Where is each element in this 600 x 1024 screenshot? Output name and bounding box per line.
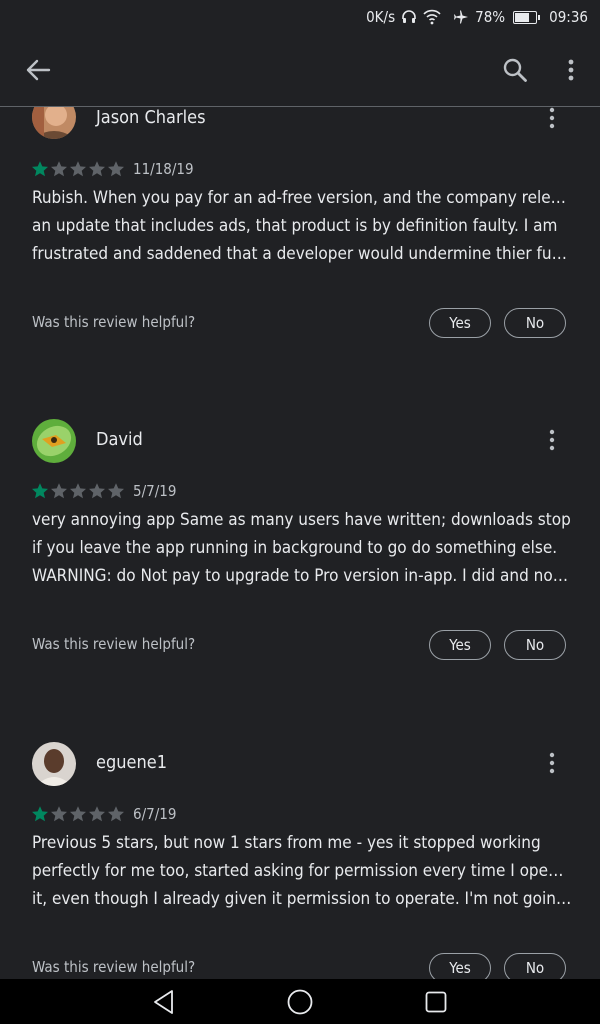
review-text-line: perfectly for me too, started asking for… xyxy=(32,861,572,881)
nav-back-icon[interactable] xyxy=(148,986,180,1018)
star-empty-icon xyxy=(51,161,67,177)
system-nav-bar xyxy=(0,979,600,1024)
review-text-line: if you leave the app running in backgrou… xyxy=(32,538,558,558)
review-text[interactable]: Previous 5 stars, but now 1 stars from m… xyxy=(32,829,572,913)
review-text-line: Previous 5 stars, but now 1 stars from m… xyxy=(32,833,541,853)
helpful-question: Was this review helpful? xyxy=(32,635,196,653)
star-rating xyxy=(31,805,125,823)
reviews-list[interactable]: Jason Charles 11/18/19 Rubish. When you … xyxy=(0,107,600,979)
review-text-line: it, even though I already given it permi… xyxy=(32,889,572,909)
review-text-line: Rubish. When you pay for an ad-free vers… xyxy=(32,188,572,208)
review-card: Jason Charles 11/18/19 Rubish. When you … xyxy=(0,107,600,420)
nav-home-icon[interactable] xyxy=(284,986,316,1018)
avatar[interactable] xyxy=(32,419,76,463)
star-empty-icon xyxy=(70,161,86,177)
app-bar xyxy=(0,34,600,107)
star-empty-icon xyxy=(51,483,67,499)
avatar[interactable] xyxy=(32,107,76,139)
helpful-no-button[interactable]: No xyxy=(504,308,566,338)
star-empty-icon xyxy=(70,483,86,499)
review-more-icon[interactable] xyxy=(540,107,564,133)
helpful-question: Was this review helpful? xyxy=(32,958,196,976)
helpful-yes-button[interactable]: Yes xyxy=(429,308,491,338)
review-text[interactable]: Rubish. When you pay for an ad-free vers… xyxy=(32,184,572,268)
helpful-question: Was this review helpful? xyxy=(32,313,196,331)
star-empty-icon xyxy=(108,483,124,499)
status-bar: 0K/s 78% 09:36 xyxy=(0,0,600,34)
battery-icon xyxy=(513,10,541,24)
battery-percent: 78% xyxy=(475,8,506,26)
star-rating xyxy=(31,482,125,500)
review-card: eguene1 6/7/19 Previous 5 stars, but now… xyxy=(0,742,600,979)
review-more-icon[interactable] xyxy=(540,748,564,778)
star-empty-icon xyxy=(108,161,124,177)
star-filled-icon xyxy=(32,161,48,177)
screen: 0K/s 78% 09:36 Jason Charles 11/18/19 Ru… xyxy=(0,0,600,1024)
review-text-line: WARNING: do Not pay to upgrade to Pro ve… xyxy=(32,566,572,586)
review-date: 11/18/19 xyxy=(133,160,194,178)
avatar[interactable] xyxy=(32,742,76,786)
helpful-no-button[interactable]: No xyxy=(504,630,566,660)
star-filled-icon xyxy=(32,483,48,499)
nav-recents-icon[interactable] xyxy=(420,986,452,1018)
clock: 09:36 xyxy=(549,8,588,26)
helpful-yes-button[interactable]: Yes xyxy=(429,953,491,979)
headset-icon xyxy=(401,9,417,25)
review-card: David 5/7/19 very annoying app Same as m… xyxy=(0,419,600,742)
reviewer-name: David xyxy=(96,429,143,450)
star-empty-icon xyxy=(70,806,86,822)
review-date: 5/7/19 xyxy=(133,482,177,500)
star-rating xyxy=(31,160,125,178)
airplane-icon xyxy=(453,9,469,25)
helpful-yes-button[interactable]: Yes xyxy=(429,630,491,660)
review-date: 6/7/19 xyxy=(133,805,177,823)
net-speed: 0K/s xyxy=(366,8,396,26)
star-empty-icon xyxy=(89,806,105,822)
wifi-icon xyxy=(423,9,441,25)
review-more-icon[interactable] xyxy=(540,425,564,455)
star-empty-icon xyxy=(89,161,105,177)
reviewer-name: eguene1 xyxy=(96,752,168,773)
star-empty-icon xyxy=(108,806,124,822)
helpful-no-button[interactable]: No xyxy=(504,953,566,979)
reviewer-name: Jason Charles xyxy=(96,107,206,128)
review-text[interactable]: very annoying app Same as many users hav… xyxy=(32,506,572,590)
review-text-line: very annoying app Same as many users hav… xyxy=(32,510,571,530)
back-arrow-icon[interactable] xyxy=(18,52,58,88)
star-filled-icon xyxy=(32,806,48,822)
star-empty-icon xyxy=(89,483,105,499)
review-text-line: frustrated and saddened that a developer… xyxy=(32,244,572,264)
more-vert-icon[interactable] xyxy=(556,52,586,88)
star-empty-icon xyxy=(51,806,67,822)
search-icon[interactable] xyxy=(495,50,535,90)
review-text-line: an update that includes ads, that produc… xyxy=(32,216,558,236)
